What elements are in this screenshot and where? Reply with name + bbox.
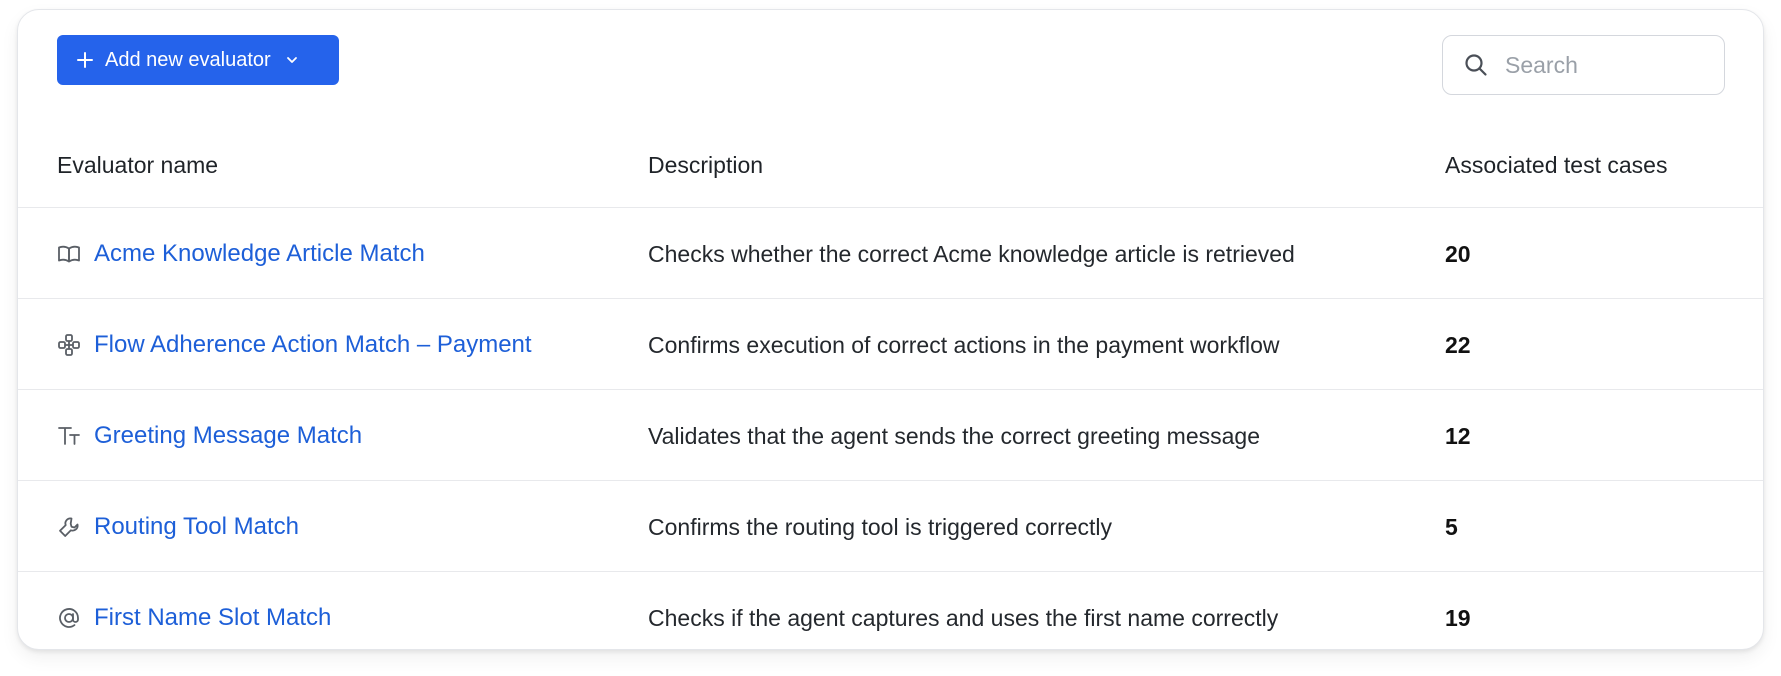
plus-icon xyxy=(77,52,93,68)
table-row[interactable]: First Name Slot Match Checks if the agen… xyxy=(18,573,1763,663)
test-case-count: 19 xyxy=(1445,604,1471,631)
add-evaluator-label: Add new evaluator xyxy=(105,48,271,71)
header-description[interactable]: Description xyxy=(648,152,763,179)
evaluator-description: Confirms the routing tool is triggered c… xyxy=(648,513,1113,540)
table-row[interactable]: Flow Adherence Action Match – Payment Co… xyxy=(18,300,1763,390)
evaluator-description: Checks whether the correct Acme knowledg… xyxy=(648,240,1295,267)
evaluator-name-link[interactable]: First Name Slot Match xyxy=(94,604,331,632)
evaluators-panel: Add new evaluator Evaluator name Descrip… xyxy=(17,9,1764,650)
test-case-count: 20 xyxy=(1445,240,1471,267)
test-case-count: 12 xyxy=(1445,422,1471,449)
add-evaluator-button[interactable]: Add new evaluator xyxy=(57,35,339,85)
search-box[interactable] xyxy=(1442,35,1725,95)
search-input[interactable] xyxy=(1505,51,1705,79)
evaluator-name-link[interactable]: Routing Tool Match xyxy=(94,513,299,541)
table-header: Evaluator name Description Associated te… xyxy=(18,120,1763,208)
evaluator-name-link[interactable]: Acme Knowledge Article Match xyxy=(94,240,425,268)
evaluator-name-link[interactable]: Flow Adherence Action Match – Payment xyxy=(94,331,532,359)
wrench-icon xyxy=(57,515,81,539)
evaluator-name-link[interactable]: Greeting Message Match xyxy=(94,422,362,450)
evaluator-description: Confirms execution of correct actions in… xyxy=(648,331,1280,358)
table-row[interactable]: Routing Tool Match Confirms the routing … xyxy=(18,482,1763,572)
table-row[interactable]: Greeting Message Match Validates that th… xyxy=(18,391,1763,481)
header-evaluator-name[interactable]: Evaluator name xyxy=(57,152,218,179)
evaluator-description: Validates that the agent sends the corre… xyxy=(648,422,1261,449)
search-icon xyxy=(1463,52,1489,78)
at-sign-icon xyxy=(57,606,81,630)
test-case-count: 22 xyxy=(1445,331,1471,358)
book-icon xyxy=(57,242,81,266)
table-row[interactable]: Acme Knowledge Article Match Checks whet… xyxy=(18,209,1763,299)
flow-icon xyxy=(57,333,81,357)
header-associated-test-cases[interactable]: Associated test cases xyxy=(1445,152,1667,179)
evaluator-description: Checks if the agent captures and uses th… xyxy=(648,604,1279,631)
chevron-down-icon[interactable] xyxy=(285,53,299,67)
test-case-count: 5 xyxy=(1445,513,1458,540)
text-size-icon xyxy=(57,424,81,448)
toolbar: Add new evaluator xyxy=(18,10,1763,120)
